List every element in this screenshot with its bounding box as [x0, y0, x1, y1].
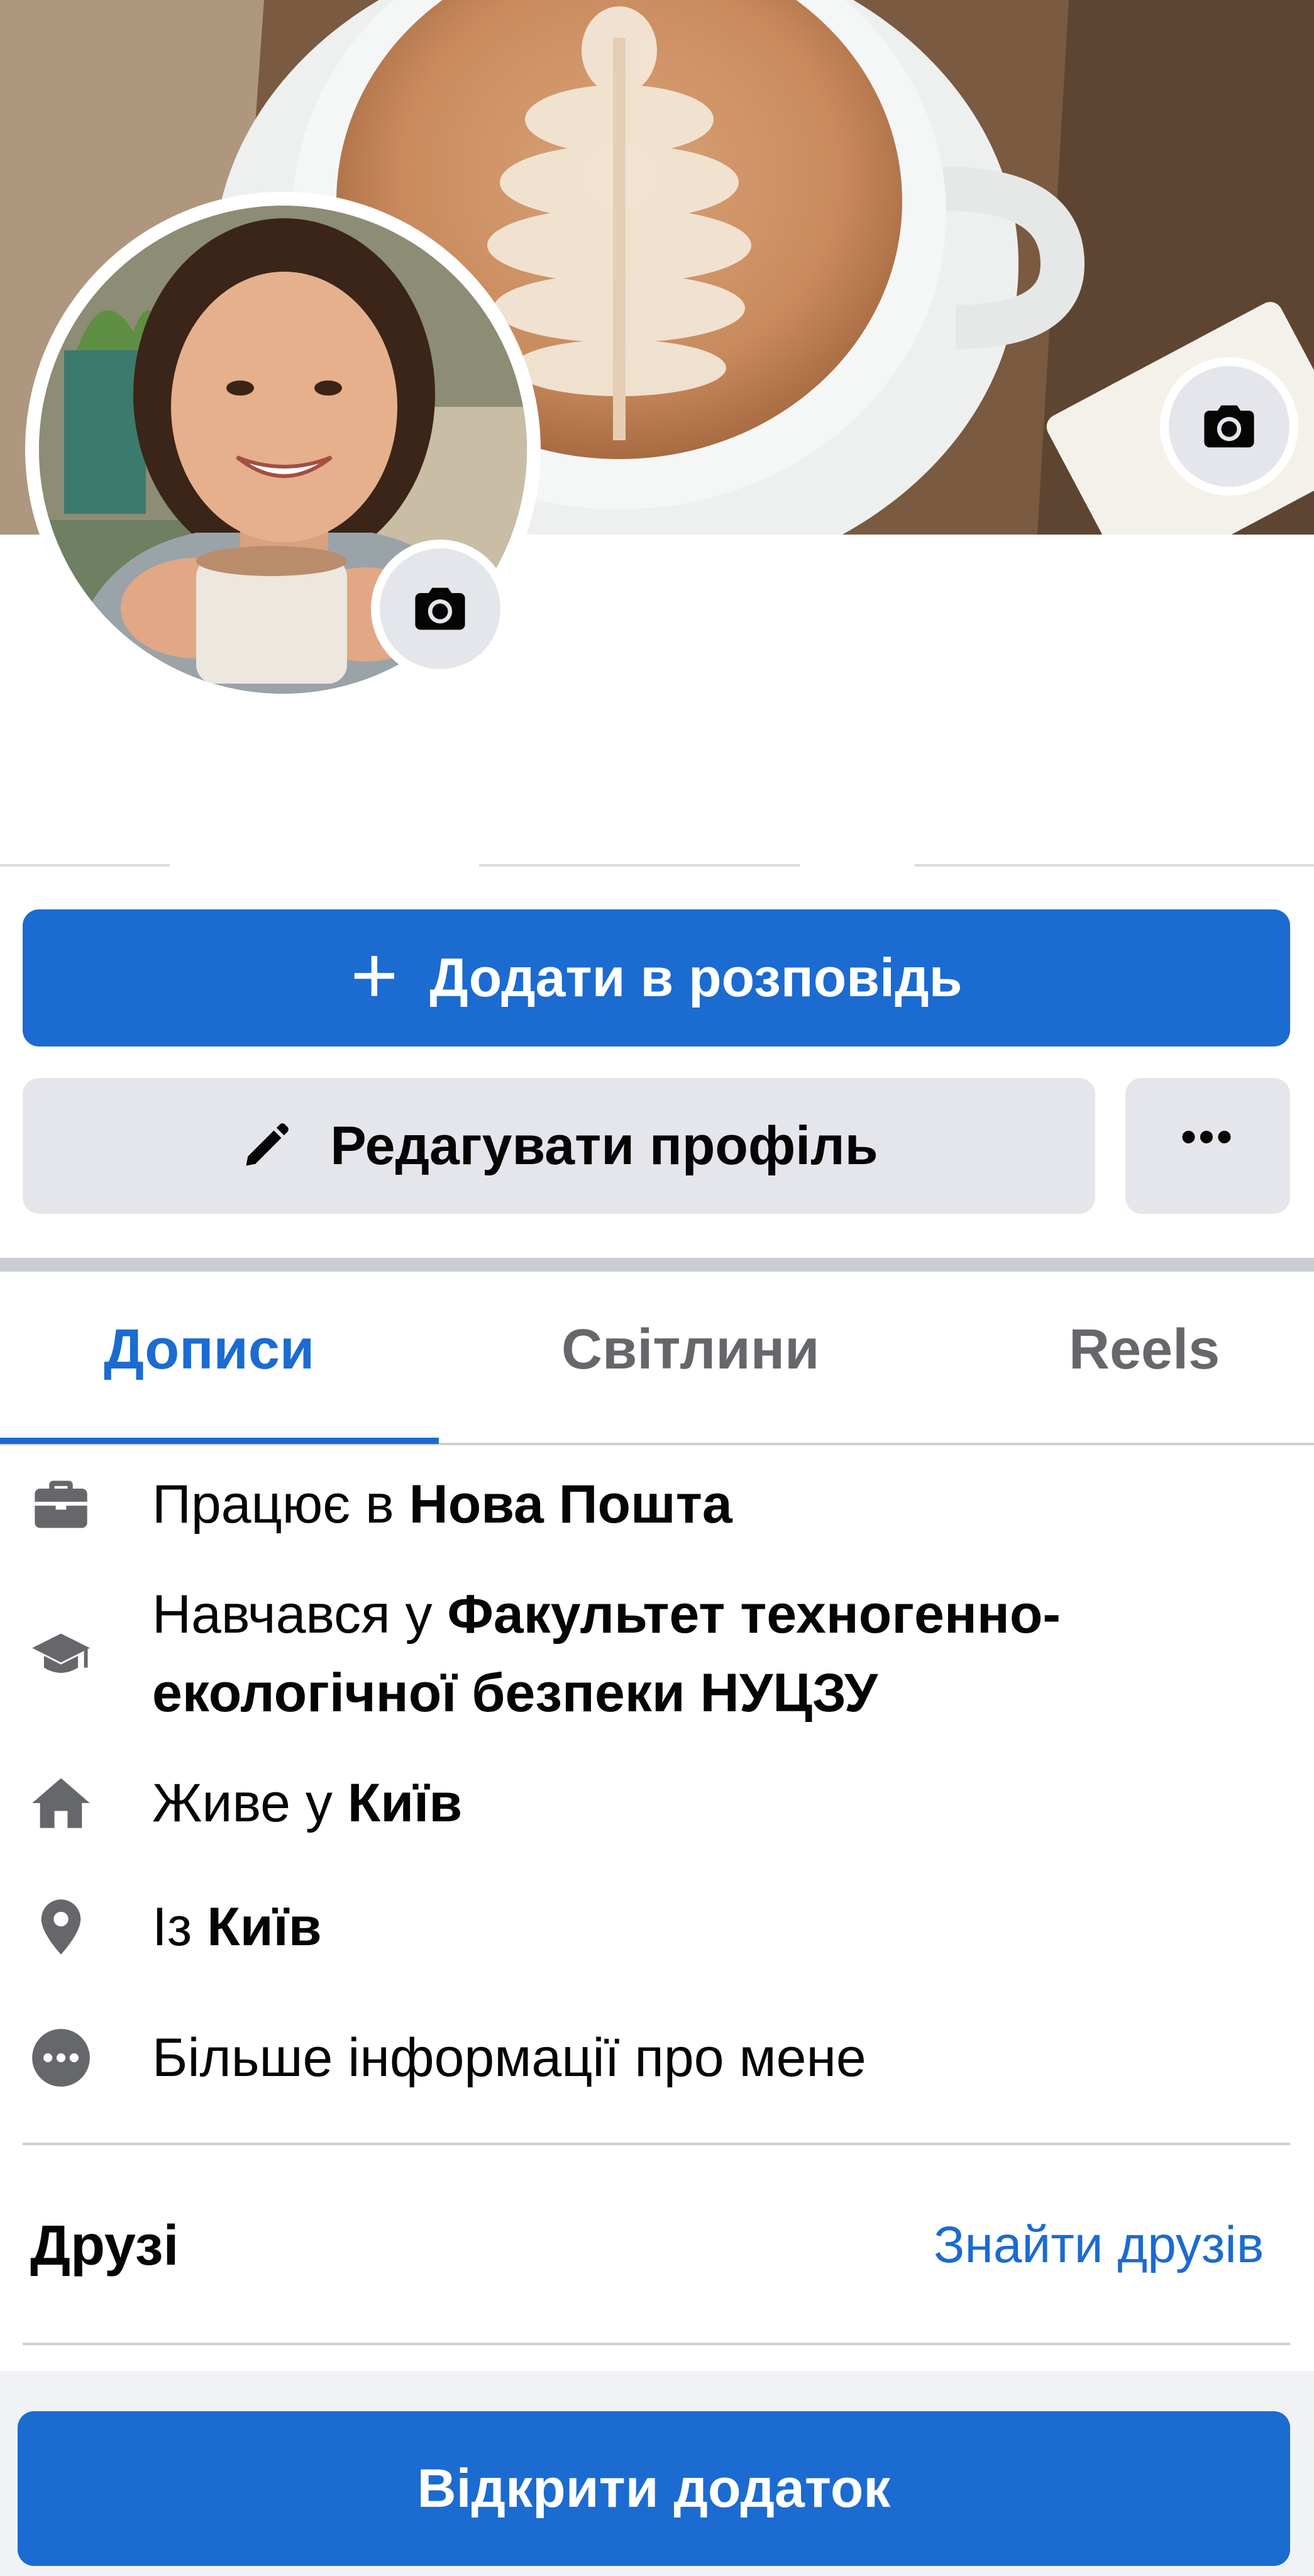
intro-lives-prefix: Живе у: [152, 1773, 348, 1833]
intro-work-value[interactable]: Нова Пошта: [409, 1474, 732, 1535]
graduation-cap-icon: [32, 1633, 90, 1673]
add-to-story-button[interactable]: + Додати в розповідь: [23, 909, 1290, 1046]
section-separator: [0, 1258, 1314, 1272]
friends-separator: [23, 2343, 1290, 2345]
more-options-button[interactable]: •••: [1125, 1078, 1290, 1214]
camera-icon: [415, 587, 465, 630]
active-tab-indicator: [0, 1438, 439, 1444]
home-icon: [32, 1778, 90, 1828]
more-dots-icon: •••: [1181, 1112, 1235, 1161]
tab-posts[interactable]: Дописи: [104, 1318, 314, 1382]
add-to-story-label: Додати в розповідь: [429, 947, 963, 1008]
plus-icon: +: [350, 929, 399, 1021]
intro-from-prefix: Із: [152, 1897, 207, 1957]
edit-profile-button[interactable]: Редагувати профіль: [23, 1078, 1095, 1214]
tab-photos[interactable]: Світлини: [561, 1318, 819, 1382]
intro-lives-value[interactable]: Київ: [348, 1773, 462, 1833]
location-pin-icon: [41, 1899, 81, 1955]
open-app-button[interactable]: Відкрити додаток: [18, 2411, 1290, 2566]
avatar-camera-button[interactable]: [371, 540, 509, 678]
more-dots-icon: [32, 2029, 90, 2087]
friends-title: Друзі: [30, 2214, 179, 2277]
camera-icon: [1204, 405, 1254, 448]
edit-profile-label: Редагувати профіль: [330, 1115, 878, 1176]
intro-education-prefix: Навчався у: [152, 1584, 448, 1645]
find-friends-link[interactable]: Знайти друзів: [934, 2216, 1264, 2275]
divider-segment: [915, 864, 1314, 867]
intro-from-value[interactable]: Київ: [207, 1897, 321, 1957]
divider-segment: [0, 864, 170, 867]
open-app-label: Відкрити додаток: [417, 2458, 891, 2519]
divider-segment: [479, 864, 800, 867]
cover-camera-button[interactable]: [1160, 357, 1298, 496]
intro-work-prefix: Працює в: [152, 1474, 409, 1535]
intro-more-label: Більше інформації про мене: [152, 2028, 866, 2088]
pencil-icon: [246, 1123, 289, 1166]
intro-separator: [23, 2143, 1290, 2145]
briefcase-icon: [35, 1480, 87, 1528]
tab-reels[interactable]: Reels: [1069, 1318, 1220, 1382]
